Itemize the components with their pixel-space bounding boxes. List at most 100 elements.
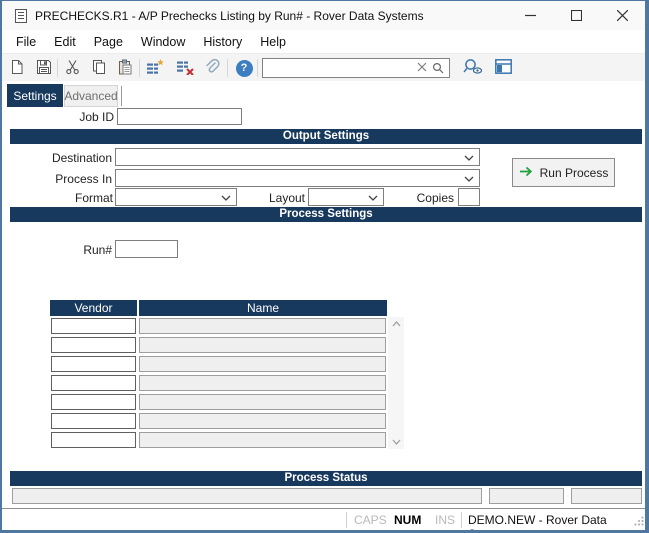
layout-label: Layout bbox=[195, 191, 305, 205]
clear-search-icon[interactable] bbox=[417, 62, 427, 72]
toolbar-separator bbox=[57, 59, 58, 77]
cut-button[interactable] bbox=[62, 58, 84, 78]
delete-record-button[interactable] bbox=[174, 58, 196, 78]
paperclip-icon bbox=[203, 58, 220, 78]
copy-icon bbox=[91, 59, 107, 78]
maximize-button[interactable] bbox=[553, 1, 599, 30]
num-indicator: NUM bbox=[394, 513, 421, 527]
run-number-input[interactable] bbox=[115, 240, 178, 258]
tab-settings[interactable]: Settings bbox=[7, 84, 63, 107]
destination-label: Destination bbox=[2, 151, 112, 165]
menu-history[interactable]: History bbox=[194, 35, 251, 49]
toolbar-separator bbox=[227, 59, 228, 77]
menu-page[interactable]: Page bbox=[85, 35, 132, 49]
process-status-header: Process Status bbox=[10, 471, 642, 486]
vendor-input-row-5[interactable] bbox=[51, 394, 136, 410]
name-field-row-4 bbox=[139, 375, 386, 391]
app-icon bbox=[14, 9, 28, 23]
table-scrollbar[interactable] bbox=[388, 317, 404, 449]
vendor-input-row-2[interactable] bbox=[51, 337, 136, 353]
window-controls bbox=[507, 1, 645, 30]
attachment-button[interactable] bbox=[200, 58, 222, 78]
scroll-down-button[interactable] bbox=[388, 435, 404, 449]
menubar: File Edit Page Window History Help bbox=[2, 30, 645, 53]
menu-window[interactable]: Window bbox=[132, 35, 194, 49]
name-field-row-5 bbox=[139, 394, 386, 410]
toolbar: ? bbox=[2, 53, 645, 81]
chevron-down-icon bbox=[464, 155, 474, 161]
vendor-input-row-4[interactable] bbox=[51, 375, 136, 391]
add-record-button[interactable] bbox=[144, 58, 166, 78]
new-button[interactable] bbox=[6, 58, 28, 78]
save-button[interactable] bbox=[33, 58, 55, 78]
lookup-eye-icon bbox=[463, 58, 483, 78]
ins-indicator: INS bbox=[435, 513, 455, 527]
toolbar-search bbox=[262, 58, 450, 78]
lookup-button[interactable] bbox=[462, 58, 484, 78]
chevron-up-icon bbox=[392, 321, 401, 327]
destination-select[interactable] bbox=[115, 148, 480, 166]
search-input[interactable] bbox=[266, 60, 424, 76]
app-window: PRECHECKS.R1 - A/P Prechecks Listing by … bbox=[0, 0, 649, 533]
output-settings-header: Output Settings bbox=[10, 129, 642, 144]
statusbar-separator bbox=[461, 512, 462, 528]
resize-grip[interactable] bbox=[634, 515, 644, 529]
statusbar-separator bbox=[346, 512, 347, 528]
run-process-button[interactable]: Run Process bbox=[512, 158, 615, 187]
job-id-label: Job ID bbox=[4, 110, 114, 124]
save-icon bbox=[36, 59, 52, 78]
job-id-input[interactable] bbox=[117, 108, 242, 125]
paste-clipboard-icon bbox=[117, 59, 133, 78]
copies-label: Copies bbox=[344, 191, 454, 205]
process-settings-header: Process Settings bbox=[10, 207, 642, 222]
name-column-header: Name bbox=[139, 300, 387, 316]
process-status-field-1 bbox=[12, 488, 482, 504]
vendor-input-row-1[interactable] bbox=[51, 318, 136, 334]
panel-layout-button[interactable] bbox=[492, 58, 514, 78]
scroll-up-button[interactable] bbox=[388, 317, 404, 331]
menu-edit[interactable]: Edit bbox=[45, 35, 85, 49]
run-process-label: Run Process bbox=[540, 166, 609, 180]
statusbar-context: DEMO.NEW - Rover Data Systems bbox=[468, 513, 645, 533]
vendor-input-row-7[interactable] bbox=[51, 432, 136, 448]
menu-file[interactable]: File bbox=[7, 35, 45, 49]
vendor-column-header: Vendor bbox=[50, 300, 137, 316]
minimize-button[interactable] bbox=[507, 1, 553, 30]
delete-record-icon bbox=[176, 59, 194, 78]
green-arrow-icon bbox=[519, 166, 533, 180]
toolbar-separator bbox=[139, 59, 140, 77]
format-label: Format bbox=[3, 191, 113, 205]
vendor-input-row-6[interactable] bbox=[51, 413, 136, 429]
process-status-field-2 bbox=[489, 488, 564, 504]
copy-button[interactable] bbox=[88, 58, 110, 78]
toolbar-separator bbox=[257, 59, 258, 77]
name-field-row-7 bbox=[139, 432, 386, 448]
process-in-label: Process In bbox=[2, 172, 112, 186]
new-document-icon bbox=[9, 59, 25, 78]
process-in-select[interactable] bbox=[115, 169, 480, 187]
run-number-label: Run# bbox=[2, 243, 112, 257]
name-field-row-6 bbox=[139, 413, 386, 429]
name-field-row-1 bbox=[139, 318, 386, 334]
window-title: PRECHECKS.R1 - A/P Prechecks Listing by … bbox=[35, 9, 424, 23]
copies-input[interactable] bbox=[458, 188, 480, 206]
paste-button[interactable] bbox=[114, 58, 136, 78]
help-button[interactable]: ? bbox=[233, 58, 255, 78]
process-status-field-3 bbox=[571, 488, 642, 504]
chevron-down-icon bbox=[464, 176, 474, 182]
scissors-icon bbox=[65, 59, 81, 78]
menu-help[interactable]: Help bbox=[251, 35, 295, 49]
chevron-down-icon bbox=[392, 439, 401, 445]
close-button[interactable] bbox=[599, 1, 645, 30]
vendor-input-row-3[interactable] bbox=[51, 356, 136, 372]
add-record-icon bbox=[146, 59, 164, 78]
titlebar[interactable]: PRECHECKS.R1 - A/P Prechecks Listing by … bbox=[2, 1, 645, 30]
tab-divider bbox=[121, 86, 122, 106]
tab-advanced[interactable]: Advanced bbox=[64, 85, 118, 107]
name-field-row-3 bbox=[139, 356, 386, 372]
caps-indicator: CAPS bbox=[354, 513, 387, 527]
panel-layout-icon bbox=[495, 59, 512, 77]
statusbar: CAPS NUM INS DEMO.NEW - Rover Data Syste… bbox=[2, 508, 645, 530]
search-icon[interactable] bbox=[432, 62, 444, 74]
name-field-row-2 bbox=[139, 337, 386, 353]
